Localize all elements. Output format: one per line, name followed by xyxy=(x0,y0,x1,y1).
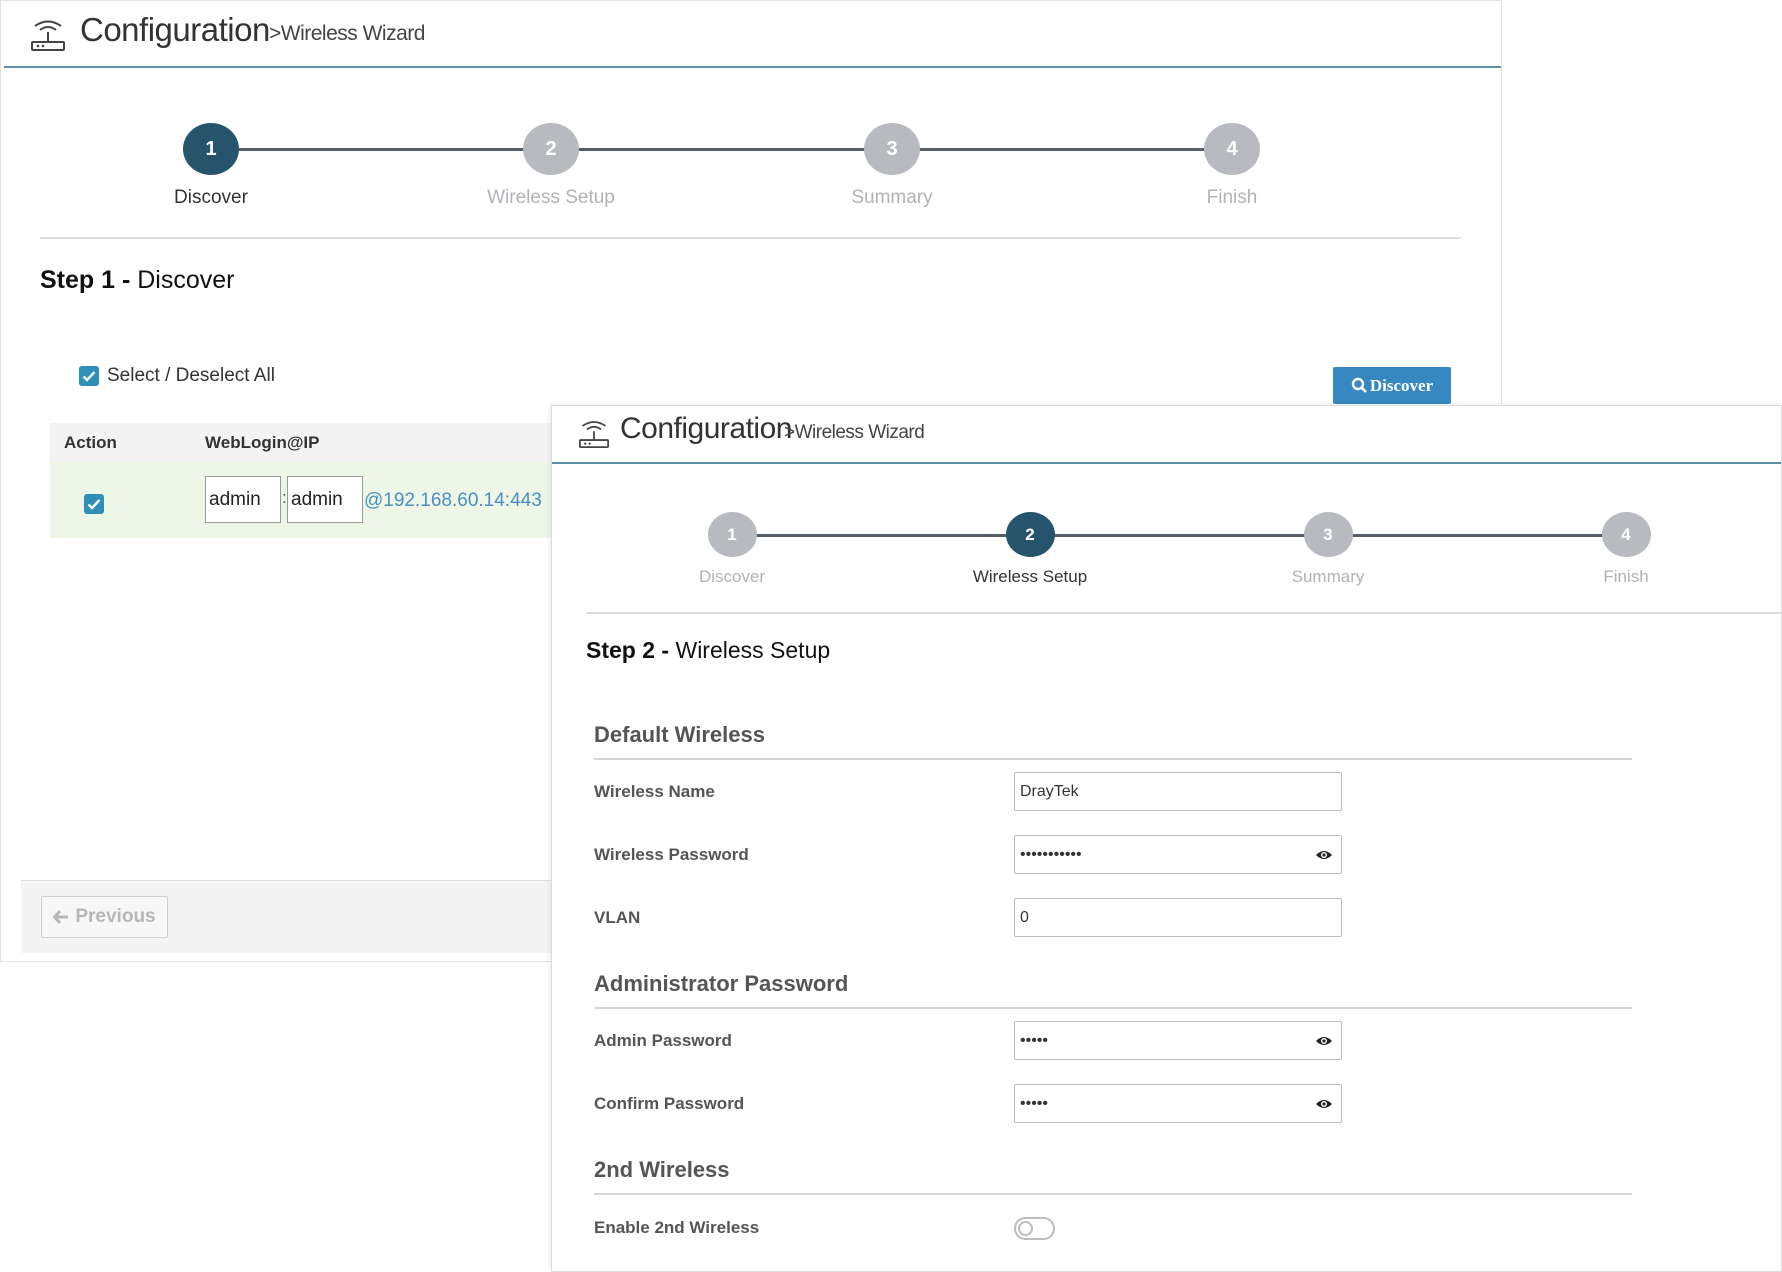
step-number-circle: 2 xyxy=(523,123,579,175)
page-header: Configuration >Wireless Wizard xyxy=(4,1,1501,68)
vlan-label: VLAN xyxy=(594,908,641,927)
page-title: Configuration xyxy=(80,11,270,48)
admin-password-value: ••••• xyxy=(1020,1032,1049,1049)
step-title-sep: - xyxy=(655,637,676,663)
step-title: Step 2 - Wireless Setup xyxy=(586,637,830,664)
table-header: Action WebLogin@IP xyxy=(50,423,552,464)
confirm-password-label: Confirm Password xyxy=(594,1094,745,1113)
wizard-footer: Previous xyxy=(21,880,553,953)
check-icon xyxy=(87,499,101,510)
username-input[interactable]: admin xyxy=(205,476,281,523)
ip-address-link[interactable]: @192.168.60.14:443 xyxy=(364,490,542,512)
confirm-password-value: ••••• xyxy=(1020,1095,1049,1112)
stepper-step-4: 4 Finish xyxy=(1162,123,1302,209)
step-title-prefix: Step 2 xyxy=(586,637,656,663)
step-number-circle: 4 xyxy=(1601,512,1651,557)
step-number-circle: 1 xyxy=(707,512,757,557)
stepper-line xyxy=(210,148,1232,151)
step-label: Discover xyxy=(174,187,248,208)
step-number-circle: 3 xyxy=(864,123,920,175)
select-all-control[interactable]: Select / Deselect All xyxy=(79,365,275,387)
row-checkbox[interactable] xyxy=(84,494,104,514)
step-number-circle: 4 xyxy=(1204,123,1260,175)
stepper-step-3: 3 Summary xyxy=(1258,512,1398,587)
breadcrumb: >Wireless Wizard xyxy=(269,22,425,45)
previous-button[interactable]: Previous xyxy=(41,896,168,938)
section-administrator-password: Administrator Password xyxy=(594,971,1632,1009)
wireless-password-value: ••••••••••• xyxy=(1020,846,1082,863)
section-default-wireless: Default Wireless xyxy=(594,722,1632,760)
column-header-weblogin: WebLogin@IP xyxy=(205,433,320,452)
discover-button-label: Discover xyxy=(1369,375,1434,395)
step-number-circle: 3 xyxy=(1303,512,1353,557)
stepper-line xyxy=(736,534,1632,537)
search-icon xyxy=(1351,377,1367,393)
divider xyxy=(586,612,1782,614)
column-header-action: Action xyxy=(64,433,117,452)
wireless-name-label: Wireless Name xyxy=(594,782,715,801)
enable-2nd-wireless-label: Enable 2nd Wireless xyxy=(594,1218,760,1237)
step-title: Step 1 - Discover xyxy=(40,266,235,295)
arrow-left-icon xyxy=(53,910,69,924)
wireless-password-label: Wireless Password xyxy=(594,845,749,864)
stepper-step-1: 1 Discover xyxy=(662,512,802,587)
page-title: Configuration xyxy=(620,412,792,445)
select-all-checkbox[interactable] xyxy=(79,366,99,386)
step-title-sep: - xyxy=(115,266,138,294)
eye-icon[interactable] xyxy=(1315,1034,1333,1048)
step-label: Wireless Setup xyxy=(487,187,615,208)
select-all-label: Select / Deselect All xyxy=(107,365,275,386)
router-icon xyxy=(579,421,609,448)
step-label: Wireless Setup xyxy=(972,567,1088,586)
vlan-input[interactable]: 0 xyxy=(1014,898,1342,937)
step-label: Finish xyxy=(1206,187,1258,208)
stepper-step-2: 2 Wireless Setup xyxy=(481,123,621,209)
wireless-name-input[interactable]: DrayTek xyxy=(1014,772,1342,811)
wireless-password-input[interactable]: ••••••••••• xyxy=(1014,835,1342,874)
table-row: admin : admin @192.168.60.14:443 xyxy=(50,462,552,538)
eye-icon[interactable] xyxy=(1315,1097,1333,1111)
step-label: Summary xyxy=(1291,567,1365,586)
divider xyxy=(40,237,1461,239)
check-icon xyxy=(82,371,96,382)
step-title-prefix: Step 1 xyxy=(40,266,116,294)
step-title-name: Discover xyxy=(137,266,235,294)
step-label: Summary xyxy=(851,187,933,208)
step-label: Finish xyxy=(1603,567,1649,586)
wizard-panel-step2: Configuration >Wireless Wizard 1 Discove… xyxy=(551,405,1782,1272)
breadcrumb: >Wireless Wizard xyxy=(784,422,925,443)
previous-button-label: Previous xyxy=(75,906,156,927)
admin-password-input[interactable]: ••••• xyxy=(1014,1021,1342,1060)
page-header: Configuration >Wireless Wizard xyxy=(552,406,1781,464)
stepper-step-4: 4 Finish xyxy=(1556,512,1696,587)
section-2nd-wireless: 2nd Wireless xyxy=(594,1157,1632,1195)
toggle-knob xyxy=(1018,1221,1033,1236)
stepper-step-1: 1 Discover xyxy=(141,123,281,209)
step-number-circle: 1 xyxy=(183,123,239,175)
step-title-name: Wireless Setup xyxy=(675,637,831,663)
password-input[interactable]: admin xyxy=(287,476,363,523)
router-icon xyxy=(31,20,65,51)
admin-password-label: Admin Password xyxy=(594,1031,732,1050)
enable-2nd-wireless-toggle[interactable] xyxy=(1014,1217,1055,1240)
stepper-step-3: 3 Summary xyxy=(822,123,962,209)
eye-icon[interactable] xyxy=(1315,848,1333,862)
discover-button[interactable]: Discover xyxy=(1333,367,1451,404)
step-label: Discover xyxy=(698,567,766,586)
stepper-step-2: 2 Wireless Setup xyxy=(960,512,1100,587)
step-number-circle: 2 xyxy=(1005,512,1055,557)
confirm-password-input[interactable]: ••••• xyxy=(1014,1084,1342,1123)
